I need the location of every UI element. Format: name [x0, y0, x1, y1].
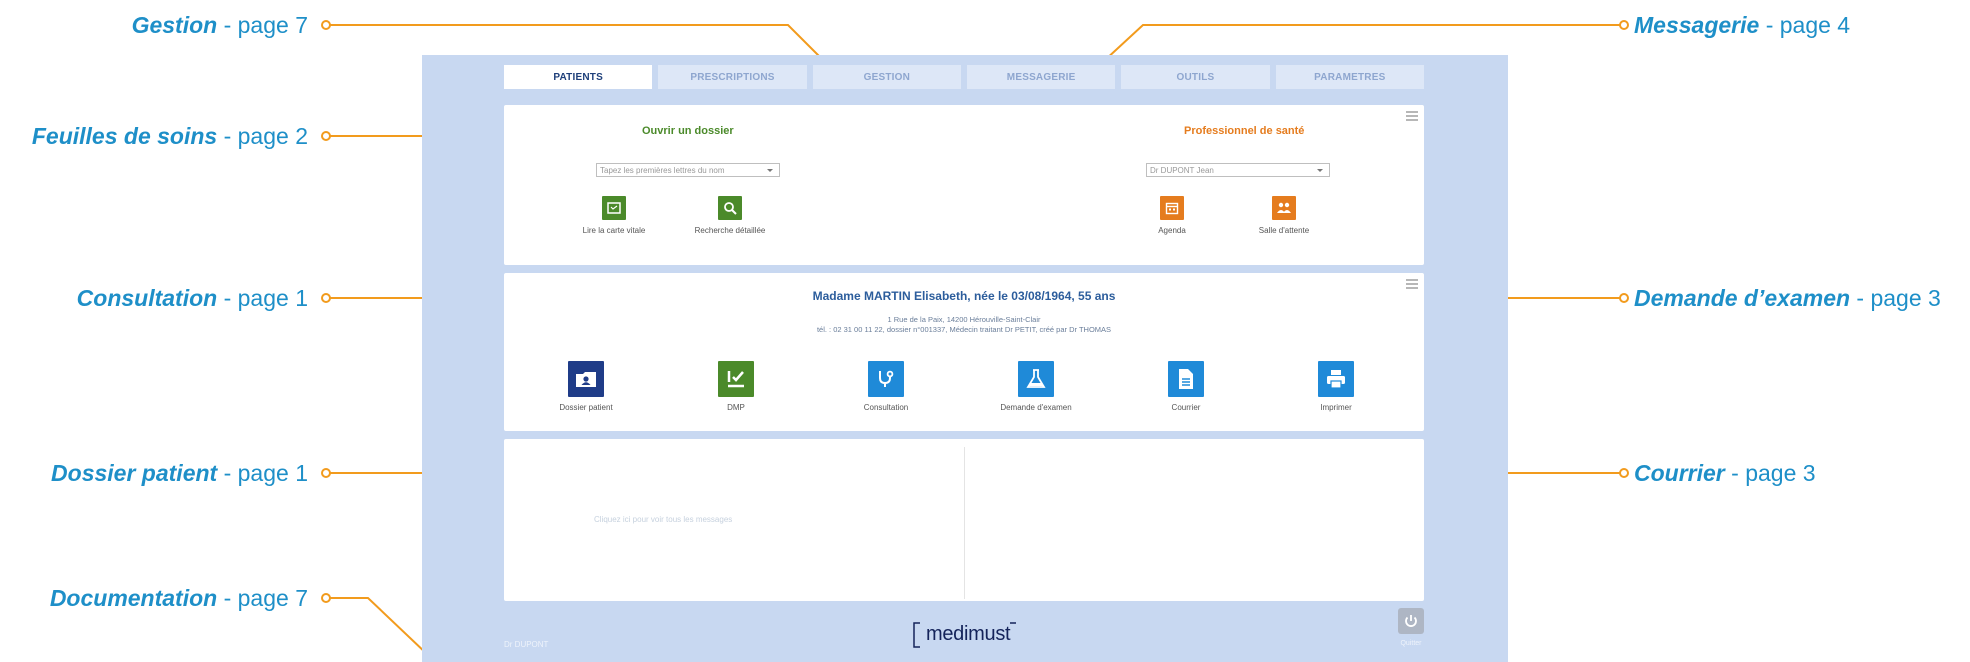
patient-panel: Madame MARTIN Elisabeth, née le 03/08/19… [504, 273, 1424, 431]
flask-icon [1018, 361, 1054, 397]
panel-menu-icon[interactable] [1406, 279, 1418, 289]
open-file-title: Ouvrir un dossier [642, 125, 734, 137]
callout-dossier-patient: Dossier patient - page 1 [51, 460, 308, 486]
agenda-button[interactable]: Agenda [1112, 196, 1232, 235]
dmp-label: DMP [727, 403, 745, 412]
messages-panel: Cliquez ici pour voir tous les messages [504, 439, 1424, 601]
chevron-down-icon [767, 169, 773, 172]
letter-label: Courrier [1171, 403, 1201, 412]
waiting-room-icon [1272, 196, 1296, 220]
callout-line-documentation [326, 597, 429, 656]
card-reader-icon [602, 196, 626, 220]
search-icon [718, 196, 742, 220]
tab-gestion[interactable]: GESTION [812, 65, 961, 89]
detailed-search-button[interactable]: Recherche détaillée [670, 196, 790, 235]
callout-gestion: Gestion - page 7 [131, 12, 308, 38]
exam-request-button[interactable]: Demande d'examen [976, 361, 1096, 412]
quit-label: Quitter [1400, 640, 1422, 647]
detailed-search-label: Recherche détaillée [694, 226, 766, 235]
tab-patients[interactable]: PATIENTS [504, 65, 653, 89]
patient-search-input[interactable]: Tapez les premières lettres du nom [596, 163, 780, 177]
app-window: PATIENTS PRESCRIPTIONS GESTION MESSAGERI… [422, 55, 1508, 662]
callout-consultation: Consultation - page 1 [76, 285, 308, 311]
callout-feuilles-de-soins: Feuilles de soins - page 2 [31, 123, 308, 149]
callout-documentation: Documentation - page 7 [49, 585, 308, 611]
stethoscope-icon [868, 361, 904, 397]
printer-icon [1318, 361, 1354, 397]
agenda-label: Agenda [1158, 226, 1186, 235]
consultation-label: Consultation [863, 403, 909, 412]
consultation-button[interactable]: Consultation [826, 361, 946, 412]
current-user: Dr DUPONT [504, 640, 549, 649]
tab-parametres[interactable]: PARAMETRES [1275, 65, 1424, 89]
patient-name: Madame MARTIN Elisabeth, née le 03/08/19… [812, 289, 1116, 303]
tab-prescriptions[interactable]: PRESCRIPTIONS [658, 65, 807, 89]
open-file-panel: Ouvrir un dossier Tapez les premières le… [504, 105, 1424, 265]
calendar-icon [1160, 196, 1184, 220]
print-label: Imprimer [1320, 403, 1352, 412]
read-vitale-card-button[interactable]: Lire la carte vitale [554, 196, 674, 235]
document-icon [1168, 361, 1204, 397]
logo-text: medimust [926, 623, 1011, 645]
patient-details: tél. : 02 31 00 11 22, dossier n°001337,… [816, 325, 1112, 334]
letter-button[interactable]: Courrier [1126, 361, 1246, 412]
print-button[interactable]: Imprimer [1276, 361, 1396, 412]
medimust-logo: medimust [912, 619, 1018, 651]
professional-select[interactable]: Dr DUPONT Jean [1146, 163, 1330, 177]
panel-menu-icon[interactable] [1406, 111, 1418, 121]
waiting-room-label: Salle d'attente [1258, 226, 1310, 235]
chevron-down-icon [1317, 169, 1323, 172]
messages-link[interactable]: Cliquez ici pour voir tous les messages [594, 515, 732, 524]
patient-address: 1 Rue de la Paix, 14200 Hérouville-Saint… [887, 315, 1041, 324]
patient-file-icon [568, 361, 604, 397]
tab-outils[interactable]: OUTILS [1121, 65, 1270, 89]
callout-messagerie: Messagerie - page 4 [1634, 12, 1851, 38]
tab-messagerie[interactable]: MESSAGERIE [966, 65, 1116, 89]
callout-demande-examen: Demande d’examen - page 3 [1634, 285, 1941, 311]
quit-button[interactable] [1398, 608, 1424, 634]
read-vitale-card-label: Lire la carte vitale [582, 226, 646, 235]
patient-file-label: Dossier patient [559, 403, 613, 412]
exam-request-label: Demande d'examen [1000, 403, 1072, 412]
power-icon [1405, 615, 1417, 627]
callout-courrier: Courrier - page 3 [1634, 460, 1816, 486]
main-tabs: PATIENTS PRESCRIPTIONS GESTION MESSAGERI… [504, 65, 1424, 89]
waiting-room-button[interactable]: Salle d'attente [1224, 196, 1344, 235]
dmp-button[interactable]: DMP [676, 361, 796, 412]
professional-title: Professionnel de santé [1184, 125, 1305, 137]
messages-divider [964, 447, 965, 599]
patient-file-button[interactable]: Dossier patient [526, 361, 646, 412]
dmp-icon [718, 361, 754, 397]
